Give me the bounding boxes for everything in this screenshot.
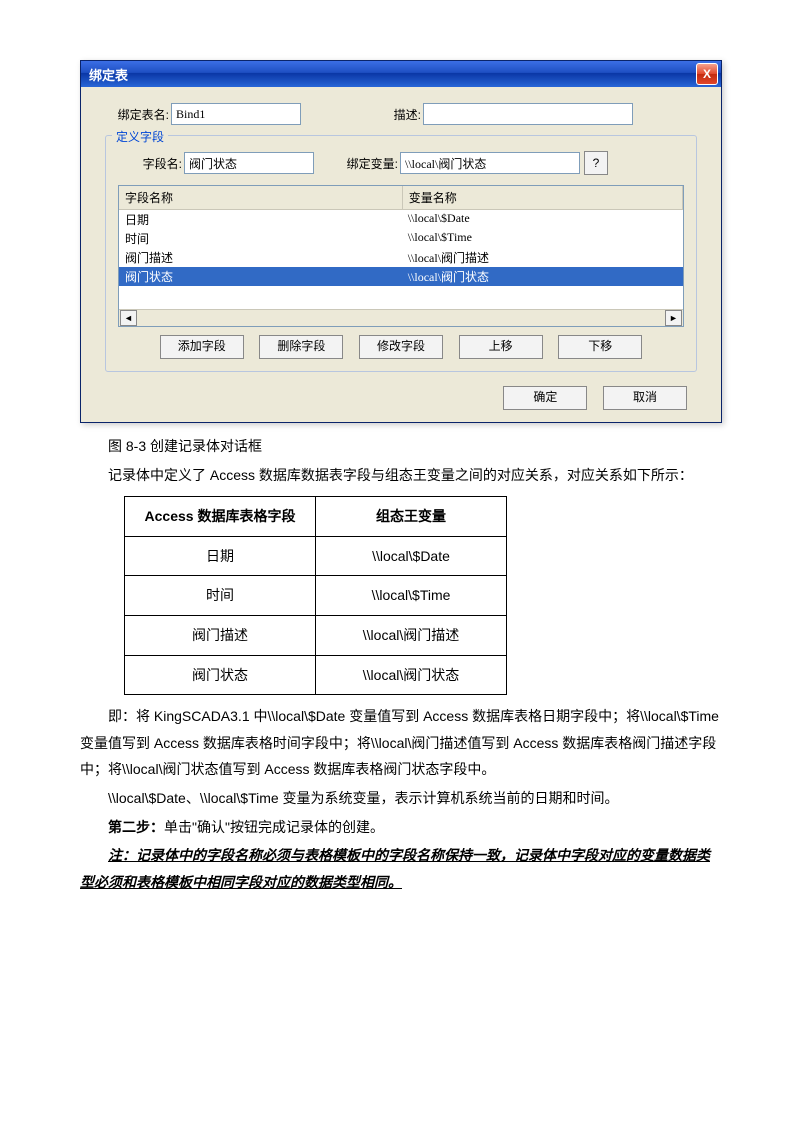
step2-paragraph: 第二步：单击"确认"按钮完成记录体的创建。 [80,814,720,841]
cell-field: 时间 [119,229,402,248]
td-field: 时间 [125,576,316,616]
cell-var: \\local\阀门描述 [402,248,495,267]
list-row[interactable]: 时间 \\local\$Time [119,229,683,248]
th-king-var: 组态王变量 [316,497,507,537]
table-row: 时间\\local\$Time [125,576,507,616]
td-var: \\local\$Time [316,576,507,616]
th-access-field: Access 数据库表格字段 [125,497,316,537]
listview-header: 字段名称 变量名称 [119,186,683,210]
step2-text: 单击"确认"按钮完成记录体的创建。 [164,819,384,835]
td-var: \\local\阀门状态 [316,655,507,695]
field-action-row: 添加字段 删除字段 修改字段 上移 下移 [118,335,684,359]
field-name-input[interactable] [184,152,314,174]
table-row: 日期\\local\$Date [125,536,507,576]
dialog-titlebar[interactable]: 绑定表 X [81,61,721,87]
listview-hscrollbar[interactable]: ◄ ► [119,309,683,326]
bind-table-dialog: 绑定表 X 绑定表名: 描述: 定义字段 字段名: 绑定变量: [80,60,722,423]
list-row-selected[interactable]: 阀门状态 \\local\阀门状态 [119,267,683,286]
cancel-button[interactable]: 取消 [603,386,687,410]
ok-button[interactable]: 确定 [503,386,587,410]
bind-var-input[interactable] [400,152,580,174]
cell-field: 阀门描述 [119,248,402,267]
td-field: 日期 [125,536,316,576]
dialog-bottom-row: 确定 取消 [105,386,697,410]
bind-var-label: 绑定变量: [314,155,400,172]
note-paragraph: 注：记录体中的字段名称必须与表格模板中的字段名称保持一致，记录体中字段对应的变量… [80,842,720,895]
document-text: 图 8-3 创建记录体对话框 记录体中定义了 Access 数据库数据表字段与组… [80,433,720,895]
dialog-body: 绑定表名: 描述: 定义字段 字段名: 绑定变量: ? [81,87,721,422]
note-text: 记录体中的字段名称必须与表格模板中的字段名称保持一致，记录体中字段对应的变量数据… [80,847,710,890]
td-var: \\local\$Date [316,536,507,576]
list-row[interactable]: 日期 \\local\$Date [119,210,683,229]
table-header-row: Access 数据库表格字段 组态王变量 [125,497,507,537]
delete-field-button[interactable]: 删除字段 [259,335,343,359]
move-down-button[interactable]: 下移 [558,335,642,359]
close-button[interactable]: X [696,63,718,85]
cell-var: \\local\$Date [402,210,476,229]
td-field: 阀门状态 [125,655,316,695]
add-field-button[interactable]: 添加字段 [160,335,244,359]
modify-field-button[interactable]: 修改字段 [359,335,443,359]
listview-body: 日期 \\local\$Date 时间 \\local\$Time 阀门描述 \… [119,210,683,309]
fields-listview[interactable]: 字段名称 变量名称 日期 \\local\$Date 时间 \\local\$T… [118,185,684,327]
help-button[interactable]: ? [584,151,608,175]
td-var: \\local\阀门描述 [316,615,507,655]
cell-field: 阀门状态 [119,267,402,286]
intro-paragraph: 记录体中定义了 Access 数据库数据表字段与组态王变量之间的对应关系，对应关… [80,462,720,489]
mapping-table: Access 数据库表格字段 组态王变量 日期\\local\$Date 时间\… [124,496,507,695]
cell-var: \\local\阀门状态 [402,267,495,286]
note-label: 注： [108,847,136,863]
td-field: 阀门描述 [125,615,316,655]
field-name-label: 字段名: [118,155,184,172]
scroll-right-icon[interactable]: ► [665,310,682,326]
sysvar-paragraph: \\local\$Date、\\local\$Time 变量为系统变量，表示计算… [80,785,720,812]
cell-var: \\local\$Time [402,229,478,248]
define-fields-fieldset: 定义字段 字段名: 绑定变量: ? 字段名称 变量名称 [105,135,697,372]
scroll-left-icon[interactable]: ◄ [120,310,137,326]
bind-name-input[interactable] [171,103,301,125]
fieldset-legend: 定义字段 [112,128,168,145]
step2-label: 第二步： [108,819,164,835]
bind-name-label: 绑定表名: [105,106,171,123]
figure-caption: 图 8-3 创建记录体对话框 [80,433,720,460]
explain-paragraph: 即：将 KingSCADA3.1 中\\local\$Date 变量值写到 Ac… [80,703,720,783]
table-row: 阀门状态\\local\阀门状态 [125,655,507,695]
help-icon: ? [593,156,600,170]
desc-input[interactable] [423,103,633,125]
cell-field: 日期 [119,210,402,229]
table-row: 阀门描述\\local\阀门描述 [125,615,507,655]
desc-label: 描述: [301,106,423,123]
close-icon: X [703,67,711,81]
header-var-name[interactable]: 变量名称 [403,186,683,209]
list-row[interactable]: 阀门描述 \\local\阀门描述 [119,248,683,267]
move-up-button[interactable]: 上移 [459,335,543,359]
dialog-title: 绑定表 [89,65,128,84]
header-field-name[interactable]: 字段名称 [119,186,403,209]
